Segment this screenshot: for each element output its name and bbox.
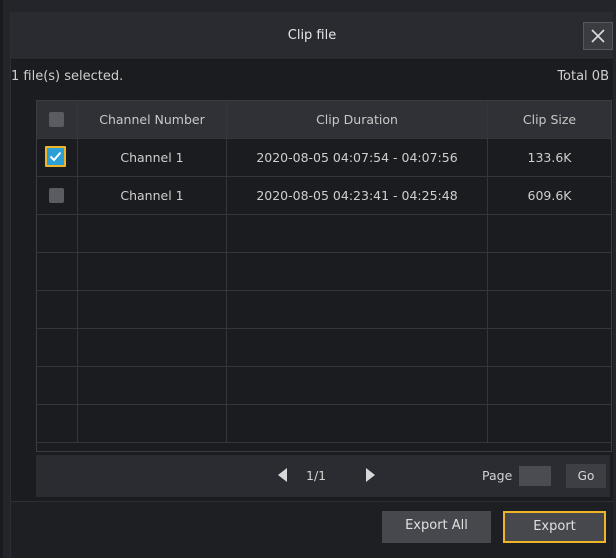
empty-cell bbox=[78, 329, 227, 366]
empty-row bbox=[37, 291, 611, 329]
empty-cell bbox=[78, 367, 227, 404]
page-indicator: 1/1 bbox=[306, 468, 327, 483]
go-button[interactable]: Go bbox=[566, 464, 606, 488]
empty-cell bbox=[227, 215, 488, 252]
export-all-button[interactable]: Export All bbox=[382, 511, 491, 543]
row-checkbox-checked[interactable] bbox=[45, 146, 66, 167]
empty-cell bbox=[227, 253, 488, 290]
empty-cell bbox=[227, 405, 488, 442]
empty-cell bbox=[37, 215, 78, 252]
empty-cell bbox=[37, 367, 78, 404]
size-cell: 609.6K bbox=[527, 188, 572, 203]
table-row[interactable]: Channel 1 2020-08-05 04:23:41 - 04:25:48… bbox=[37, 177, 611, 215]
duration-cell: 2020-08-05 04:07:54 - 04:07:56 bbox=[227, 139, 488, 176]
empty-row bbox=[37, 253, 611, 291]
empty-cell bbox=[78, 215, 227, 252]
close-icon bbox=[591, 29, 605, 43]
total-size-text: Total 0B bbox=[557, 69, 609, 84]
channel-cell: Channel 1 bbox=[78, 177, 227, 214]
triangle-right-icon[interactable] bbox=[366, 468, 375, 482]
empty-cell bbox=[488, 367, 611, 404]
empty-row bbox=[37, 405, 611, 443]
header-clip-size: Clip Size bbox=[522, 112, 577, 127]
clip-table: Channel Number Clip Duration Clip Size C… bbox=[36, 100, 612, 452]
header-channel-number: Channel Number bbox=[78, 101, 227, 138]
row-checkbox[interactable] bbox=[49, 188, 64, 203]
background-edge bbox=[0, 0, 3, 558]
dialog-footer: Export All Export bbox=[11, 502, 613, 558]
empty-cell bbox=[488, 291, 611, 328]
empty-cell bbox=[488, 215, 611, 252]
table-row[interactable]: Channel 1 2020-08-05 04:07:54 - 04:07:56… bbox=[37, 139, 611, 177]
empty-cell bbox=[488, 253, 611, 290]
clip-file-dialog: Clip file 1 file(s) selected. Total 0B C… bbox=[10, 12, 613, 558]
pagination-bar: 1/1 Page Go bbox=[36, 455, 610, 497]
page-number-input[interactable] bbox=[519, 466, 551, 486]
empty-cell bbox=[37, 329, 78, 366]
channel-cell: Channel 1 bbox=[78, 139, 227, 176]
empty-cell bbox=[488, 405, 611, 442]
checkmark-icon bbox=[49, 151, 62, 162]
page-label: Page bbox=[482, 468, 513, 483]
header-clip-duration: Clip Duration bbox=[227, 101, 488, 138]
empty-cell bbox=[227, 329, 488, 366]
selected-count-text: 1 file(s) selected. bbox=[11, 69, 124, 84]
empty-cell bbox=[78, 253, 227, 290]
header-select-cell bbox=[37, 101, 78, 138]
export-button[interactable]: Export bbox=[503, 511, 606, 543]
dialog-titlebar: Clip file bbox=[11, 12, 613, 60]
dialog-title: Clip file bbox=[287, 28, 337, 43]
empty-row bbox=[37, 329, 611, 367]
empty-cell bbox=[227, 291, 488, 328]
empty-cell bbox=[37, 253, 78, 290]
empty-cell bbox=[488, 329, 611, 366]
empty-cell bbox=[78, 405, 227, 442]
empty-row bbox=[37, 367, 611, 405]
row-select-cell bbox=[37, 139, 78, 176]
close-button[interactable] bbox=[583, 22, 613, 50]
select-all-checkbox[interactable] bbox=[49, 112, 64, 127]
empty-cell bbox=[37, 291, 78, 328]
empty-row bbox=[37, 215, 611, 253]
duration-cell: 2020-08-05 04:23:41 - 04:25:48 bbox=[227, 177, 488, 214]
empty-cell bbox=[227, 367, 488, 404]
triangle-left-icon[interactable] bbox=[278, 468, 287, 482]
table-header-row: Channel Number Clip Duration Clip Size bbox=[37, 101, 611, 139]
empty-cell bbox=[78, 291, 227, 328]
row-select-cell bbox=[37, 177, 78, 214]
size-cell: 133.6K bbox=[527, 150, 572, 165]
empty-cell bbox=[37, 405, 78, 442]
